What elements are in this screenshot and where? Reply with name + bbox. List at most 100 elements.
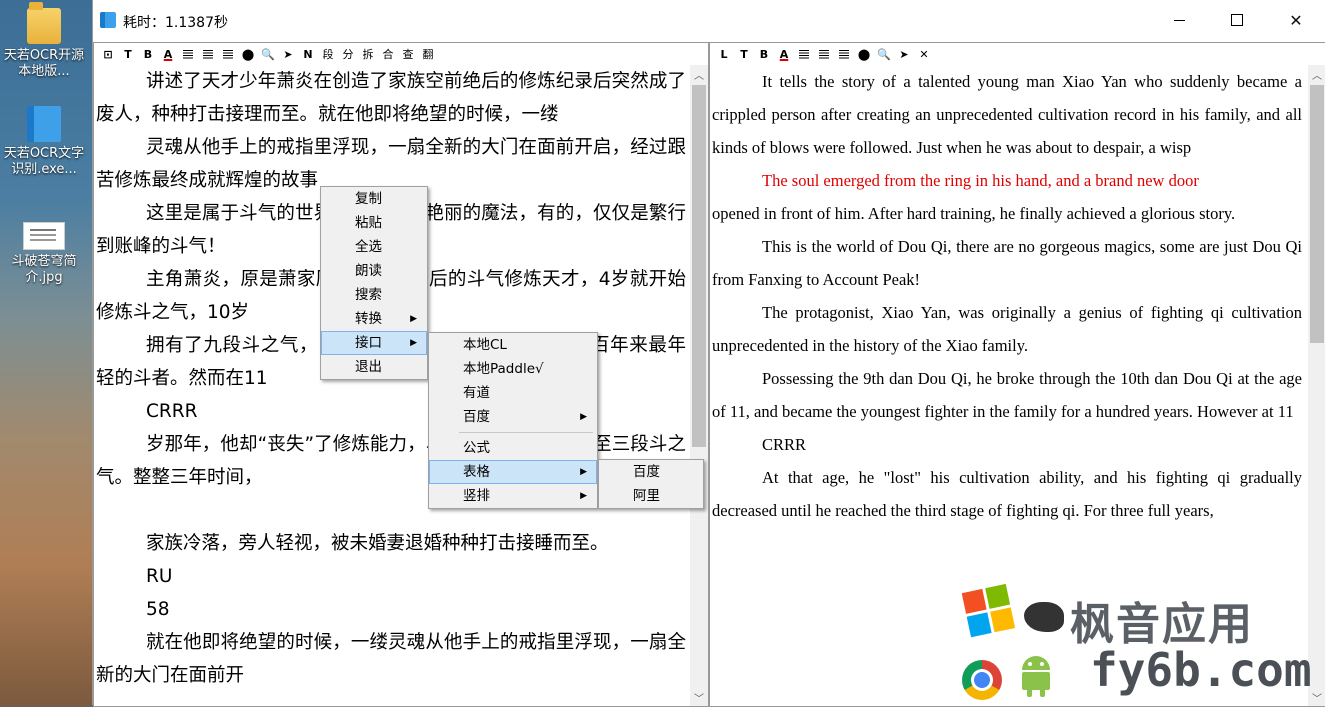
scroll-up-icon[interactable]: ︿	[690, 65, 708, 83]
close-button[interactable]: ✕	[1267, 0, 1325, 40]
table-submenu: 百度 阿里	[598, 459, 704, 509]
menu-item[interactable]: 搜索	[321, 283, 427, 307]
menu-item[interactable]: 公式	[429, 436, 597, 460]
menu-item[interactable]: 本地CL	[429, 333, 597, 357]
menu-item[interactable]: 竖排 ▶	[429, 484, 597, 508]
menu-item[interactable]: 粘贴	[321, 211, 427, 235]
close-icon: ✕	[1289, 10, 1303, 30]
font-color-button[interactable]: A	[774, 44, 794, 64]
align-left-button[interactable]	[178, 44, 198, 64]
submenu-arrow-icon: ▶	[410, 314, 417, 324]
menu-item[interactable]: 百度	[599, 460, 703, 484]
align-justify-button[interactable]	[834, 44, 854, 64]
translation-text-area[interactable]: It tells the story of a talented young m…	[710, 65, 1302, 706]
title-bar[interactable]: 耗时：1.1387秒 ✕	[93, 0, 1325, 40]
search-button[interactable]: 🔍	[874, 44, 894, 64]
menu-item[interactable]: 阿里	[599, 484, 703, 508]
font-color-button[interactable]: A	[158, 44, 178, 64]
top-most-button[interactable]: T	[118, 44, 138, 64]
bold-icon: B	[143, 47, 153, 61]
send-icon: ➤	[283, 47, 293, 61]
n-label: N	[303, 47, 313, 61]
menu-item[interactable]: 全选	[321, 235, 427, 259]
lookup-button[interactable]: 查	[398, 44, 418, 64]
translate-button[interactable]: 翻	[418, 44, 438, 64]
menu-item[interactable]: 接口 ▶	[321, 331, 427, 355]
text-paragraph: 就在他即将绝望的时候，一缕灵魂从他手上的戒指里浮现，一扇全新的大门在面前开	[96, 632, 686, 686]
bold-button[interactable]: B	[138, 44, 158, 64]
align-left-button[interactable]	[794, 44, 814, 64]
right-scrollbar[interactable]: ︿ ﹀	[1308, 65, 1325, 706]
desktop-icon-ocr-exe[interactable]: 天若OCR文字识别.exe...	[0, 106, 88, 178]
menu-item[interactable]: 退出	[321, 355, 427, 379]
menu-item-label: 竖排	[463, 488, 490, 504]
menu-item-label: 百度	[633, 464, 660, 480]
palette-icon: ⬤	[241, 47, 255, 61]
submenu-arrow-icon: ▶	[580, 467, 587, 477]
bold-button[interactable]: B	[754, 44, 774, 64]
break-label: 拆	[362, 48, 374, 61]
maximize-button[interactable]	[1208, 0, 1266, 40]
close-translation-button[interactable]: ✕	[914, 44, 934, 64]
scroll-thumb[interactable]	[1310, 85, 1324, 343]
window-title: 耗时：1.1387秒	[123, 15, 228, 31]
merge-button[interactable]: 合	[378, 44, 398, 64]
menu-item[interactable]: 本地Paddle√	[429, 357, 597, 381]
right-toolbar: L T B A ⬤ 🔍 ➤ ✕	[710, 43, 1325, 65]
menu-item[interactable]: 表格 ▶	[429, 460, 597, 484]
frame-icon: ⊡	[103, 47, 113, 61]
menu-item[interactable]: 有道	[429, 381, 597, 405]
menu-item-label: 朗读	[355, 263, 382, 279]
align-center-button[interactable]	[814, 44, 834, 64]
menu-item-label: 公式	[463, 440, 490, 456]
send-button[interactable]: ➤	[894, 44, 914, 64]
menu-item[interactable]: 复制	[321, 187, 427, 211]
menu-item-label: 退出	[355, 359, 382, 375]
palette-button[interactable]: ⬤	[238, 44, 258, 64]
toggle-frame-button[interactable]: ⊡	[98, 44, 118, 64]
menu-item-label: 搜索	[355, 287, 382, 303]
submenu-arrow-icon: ▶	[580, 491, 587, 501]
desktop-icon-label: 斗破苍穹简介.jpg	[11, 254, 77, 285]
scroll-thumb[interactable]	[692, 85, 706, 447]
paragraph-button[interactable]: 段	[318, 44, 338, 64]
send-button[interactable]: ➤	[278, 44, 298, 64]
ocr-text-area[interactable]: 讲述了天才少年萧炎在创造了家族空前绝后的修炼纪录后突然成了废人，种种打击接理而至…	[94, 65, 688, 706]
folder-icon	[27, 2, 61, 44]
align-l-button[interactable]: L	[714, 44, 734, 64]
l-icon: L	[720, 47, 728, 61]
palette-icon: ⬤	[857, 47, 871, 61]
desktop-icon-jpg[interactable]: 斗破苍穹简介.jpg	[0, 222, 88, 286]
menu-item-label: 阿里	[633, 488, 660, 504]
top-most-button[interactable]: T	[734, 44, 754, 64]
palette-button[interactable]: ⬤	[854, 44, 874, 64]
send-icon: ➤	[899, 47, 909, 61]
menu-item[interactable]: 朗读	[321, 259, 427, 283]
scroll-down-icon[interactable]: ﹀	[1308, 688, 1325, 706]
search-button[interactable]: 🔍	[258, 44, 278, 64]
font-color-icon: A	[779, 47, 789, 61]
menu-item[interactable]: 转换 ▶	[321, 307, 427, 331]
break-button[interactable]: 拆	[358, 44, 378, 64]
submenu-arrow-icon: ▶	[410, 338, 417, 348]
split-button[interactable]: 分	[338, 44, 358, 64]
menu-item-label: 转换	[355, 311, 382, 327]
menu-separator	[459, 432, 593, 433]
app-book-icon	[27, 106, 61, 142]
align-center-button[interactable]	[198, 44, 218, 64]
translation-pane: L T B A ⬤ 🔍 ➤ ✕ It tells the story of a …	[709, 42, 1325, 707]
menu-item[interactable]: 百度 ▶	[429, 405, 597, 429]
left-scrollbar[interactable]: ︿ ﹀	[690, 65, 708, 706]
merge-label: 合	[382, 48, 394, 61]
desktop-icon-ocr-folder[interactable]: 天若OCR开源本地版...	[0, 2, 88, 80]
interface-submenu: 本地CL 本地Paddle√ 有道 百度 ▶ 公式表格 ▶ 竖排 ▶	[428, 332, 598, 509]
n-button[interactable]: N	[298, 44, 318, 64]
text-paragraph: At that age, he "lost" his cultivation a…	[712, 468, 1302, 520]
desktop-icon-label: 天若OCR开源本地版...	[3, 48, 85, 79]
scroll-down-icon[interactable]: ﹀	[690, 688, 708, 706]
minimize-button[interactable]	[1150, 0, 1208, 40]
align-justify-button[interactable]	[218, 44, 238, 64]
menu-item-label: 粘贴	[355, 215, 382, 231]
menu-item-label: 复制	[355, 191, 382, 207]
scroll-up-icon[interactable]: ︿	[1308, 65, 1325, 83]
